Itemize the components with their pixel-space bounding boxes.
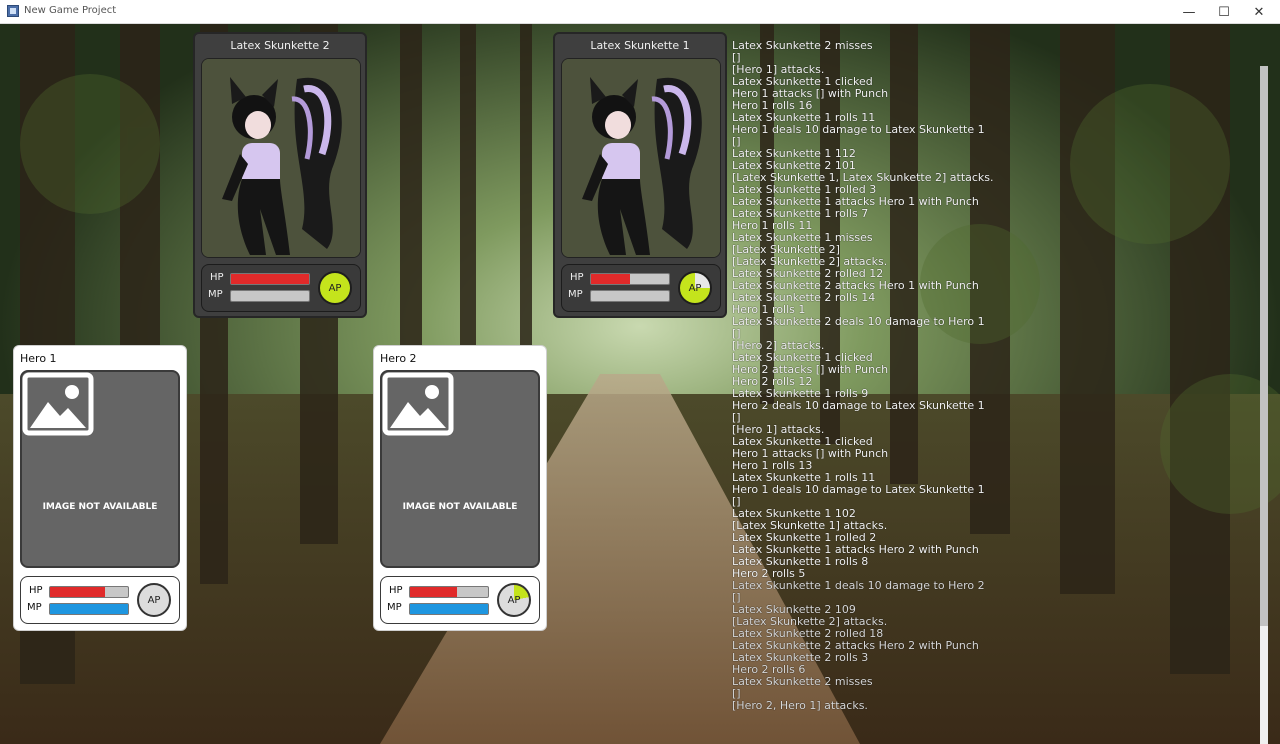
hero-portrait: IMAGE NOT AVAILABLE xyxy=(20,370,180,568)
ap-gauge[interactable]: AP xyxy=(678,271,712,305)
ap-label: AP xyxy=(688,282,702,294)
hero-stats: HP MP AP xyxy=(380,576,540,624)
enemy-stats: HP MP AP xyxy=(201,264,361,312)
mp-bar xyxy=(590,290,670,302)
enemy-card-latex-skunkette-1[interactable]: Latex Skunkette 1 HP MP AP xyxy=(553,32,727,318)
mp-label: MP xyxy=(208,289,223,300)
image-not-available-text: IMAGE NOT AVAILABLE xyxy=(402,502,518,512)
hp-label: HP xyxy=(210,272,224,283)
combat-log[interactable]: Latex Skunkette 2 misses[] [Hero 1] attac… xyxy=(732,40,1252,744)
mp-label: MP xyxy=(387,602,402,613)
hp-bar xyxy=(590,273,670,285)
ap-label: AP xyxy=(147,594,161,606)
log-line: Hero 2 deals 10 damage to Latex Skunkett… xyxy=(732,399,985,412)
enemy-name: Latex Skunkette 1 xyxy=(590,39,690,52)
hp-label: HP xyxy=(29,585,43,596)
hp-bar xyxy=(49,586,129,598)
maximize-button[interactable]: ☐ xyxy=(1207,0,1241,24)
hp-bar-fill xyxy=(410,587,457,597)
mp-bar xyxy=(409,603,489,615)
window-title: New Game Project xyxy=(24,5,117,16)
ap-label: AP xyxy=(507,594,521,606)
log-line: Latex Skunkette 2 misses xyxy=(732,675,873,688)
mp-bar-fill xyxy=(50,604,128,614)
mp-bar xyxy=(230,290,310,302)
enemy-card-latex-skunkette-2[interactable]: Latex Skunkette 2 HP MP AP xyxy=(193,32,367,318)
minimize-button[interactable]: — xyxy=(1172,0,1206,24)
hero-name: Hero 2 xyxy=(380,352,417,365)
mp-bar-fill xyxy=(410,604,488,614)
mp-label: MP xyxy=(27,602,42,613)
enemy-stats: HP MP AP xyxy=(561,264,721,312)
image-not-available-text: IMAGE NOT AVAILABLE xyxy=(42,502,158,512)
skunk-character-icon xyxy=(562,59,720,257)
hp-bar-fill xyxy=(231,274,309,284)
mp-bar xyxy=(49,603,129,615)
log-line: Hero 1 deals 10 damage to Latex Skunkett… xyxy=(732,123,985,136)
ap-gauge[interactable]: AP xyxy=(497,583,531,617)
hero-portrait: IMAGE NOT AVAILABLE xyxy=(380,370,540,568)
log-line: Latex Skunkette 2 deals 10 damage to Her… xyxy=(732,315,985,328)
hero-name: Hero 1 xyxy=(20,352,57,365)
log-line: [Hero 2, Hero 1] attacks. xyxy=(732,699,868,712)
hp-bar xyxy=(230,273,310,285)
hero-card-hero-1[interactable]: Hero 1 IMAGE NOT AVAILABLE HP MP AP xyxy=(13,345,187,631)
hp-label: HP xyxy=(389,585,403,596)
image-placeholder-icon xyxy=(382,372,454,436)
image-placeholder-icon xyxy=(22,372,94,436)
log-line: Latex Skunkette 2 rolls 14 xyxy=(732,291,876,304)
skunk-character-icon xyxy=(202,59,360,257)
hero-stats: HP MP AP xyxy=(20,576,180,624)
mp-label: MP xyxy=(568,289,583,300)
log-line: Latex Skunkette 1 deals 10 damage to Her… xyxy=(732,579,985,592)
close-button[interactable]: ✕ xyxy=(1242,0,1276,24)
app-icon xyxy=(7,5,19,17)
log-line: Latex Skunkette 1 rolls 8 xyxy=(732,555,869,568)
hp-bar-fill xyxy=(50,587,105,597)
ap-gauge[interactable]: AP xyxy=(318,271,352,305)
hp-bar xyxy=(409,586,489,598)
log-line: Latex Skunkette 2 rolls 3 xyxy=(732,651,869,664)
log-line: Hero 1 deals 10 damage to Latex Skunkett… xyxy=(732,483,985,496)
enemy-portrait xyxy=(201,58,361,258)
log-scrollbar-thumb[interactable] xyxy=(1260,66,1268,626)
battle-scene: Latex Skunkette 2 HP MP AP Latex Skunket… xyxy=(0,24,1280,744)
hero-card-hero-2[interactable]: Hero 2 IMAGE NOT AVAILABLE HP MP AP xyxy=(373,345,547,631)
ap-label: AP xyxy=(328,282,342,294)
ap-gauge[interactable]: AP xyxy=(137,583,171,617)
log-line: Latex Skunkette 2 misses xyxy=(732,40,873,52)
enemy-name: Latex Skunkette 2 xyxy=(230,39,330,52)
hp-label: HP xyxy=(570,272,584,283)
enemy-portrait xyxy=(561,58,721,258)
hp-bar-fill xyxy=(591,274,630,284)
window-titlebar: New Game Project — ☐ ✕ xyxy=(0,0,1280,24)
